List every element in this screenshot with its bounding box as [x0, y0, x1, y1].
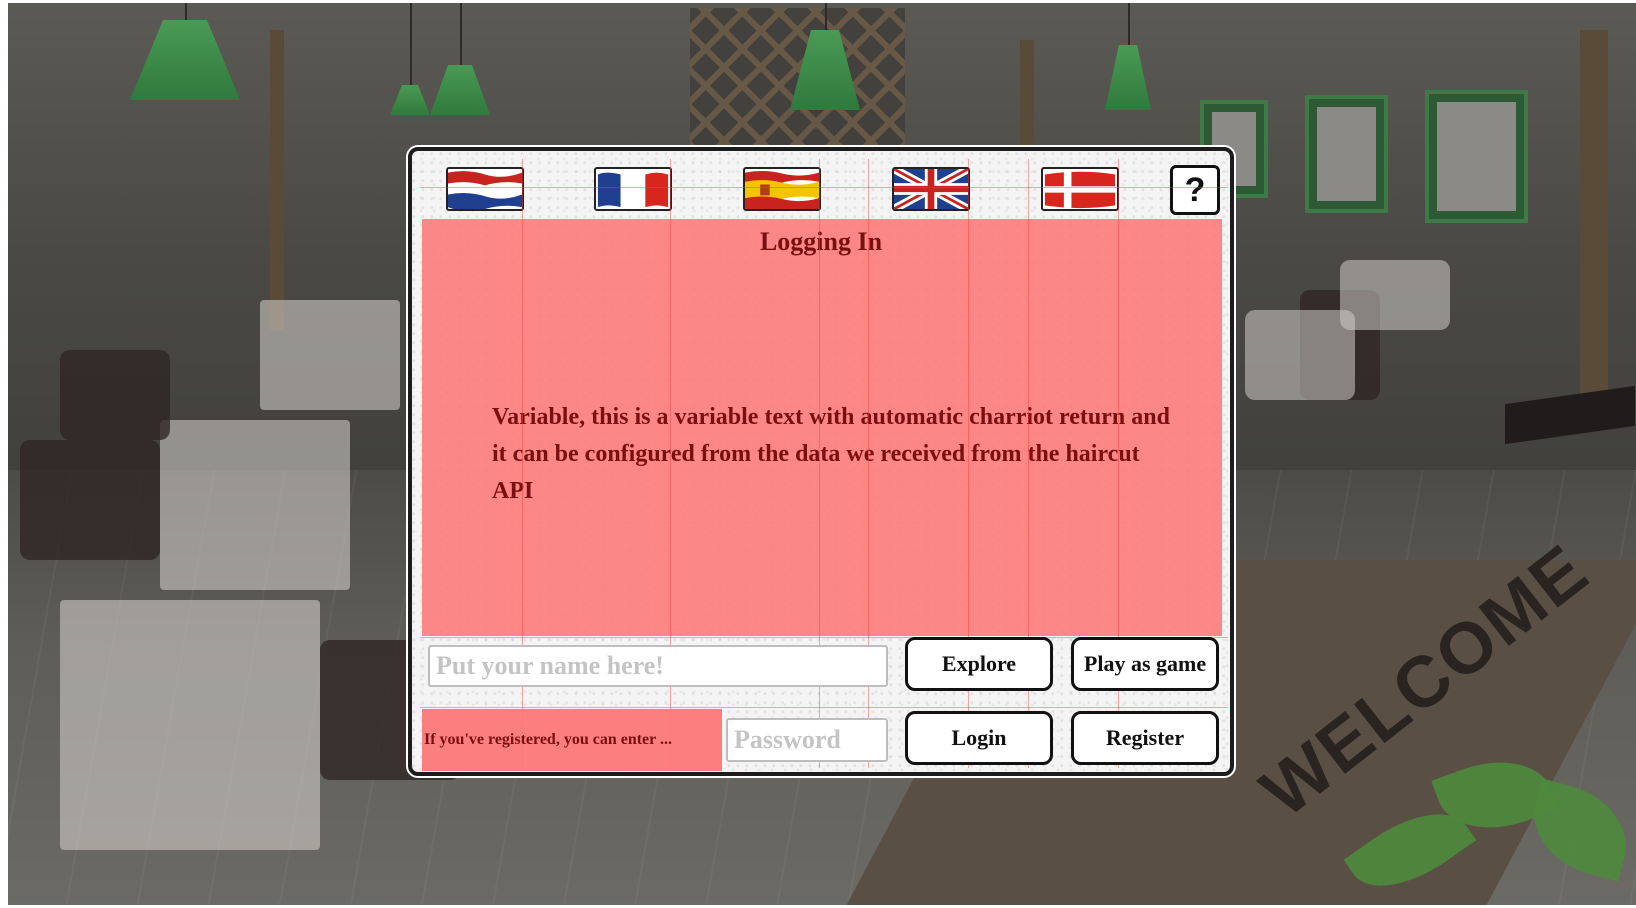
- pendant-lamp: [790, 0, 860, 110]
- uk-flag-icon[interactable]: [892, 167, 970, 211]
- login-dialog: ? Logging In Variable, this is a variabl…: [408, 147, 1234, 776]
- wood-beam: [270, 30, 284, 330]
- spanish-flag-icon[interactable]: [743, 167, 821, 211]
- pendant-lamp: [1105, 0, 1151, 110]
- play-as-game-button[interactable]: Play as game: [1071, 637, 1219, 691]
- wash-basin: [1340, 260, 1450, 330]
- french-flag-icon[interactable]: [594, 167, 672, 211]
- guide-line: [420, 187, 1228, 188]
- wash-chair: [1245, 310, 1355, 400]
- styling-station: [60, 600, 320, 850]
- name-input[interactable]: [428, 645, 888, 687]
- help-button[interactable]: ?: [1170, 165, 1220, 215]
- dialog-title: Logging In: [759, 227, 883, 256]
- wood-beam: [1580, 30, 1608, 430]
- register-button[interactable]: Register: [1071, 711, 1219, 765]
- screen-edge: [0, 0, 8, 908]
- wall-picture: [1425, 90, 1528, 223]
- login-button[interactable]: Login: [905, 711, 1053, 765]
- salon-chair: [20, 440, 160, 560]
- guide-line: [420, 707, 1228, 708]
- pendant-lamp: [390, 0, 430, 115]
- styling-station: [260, 300, 400, 410]
- danish-flag-icon[interactable]: [1041, 167, 1119, 211]
- styling-station: [160, 420, 350, 590]
- dialog-message: Variable, this is a variable text with a…: [492, 404, 1170, 504]
- wood-beam: [1020, 40, 1034, 160]
- password-input[interactable]: [726, 718, 888, 762]
- dutch-flag-icon[interactable]: [446, 167, 524, 211]
- pendant-lamp: [430, 0, 490, 115]
- wall-picture: [1305, 95, 1388, 213]
- salon-chair: [60, 350, 170, 440]
- explore-button[interactable]: Explore: [905, 637, 1053, 691]
- registered-hint-label: If you've registered, you can enter ...: [422, 709, 722, 771]
- screen-edge: [0, 0, 1636, 3]
- pendant-lamp: [130, 0, 240, 100]
